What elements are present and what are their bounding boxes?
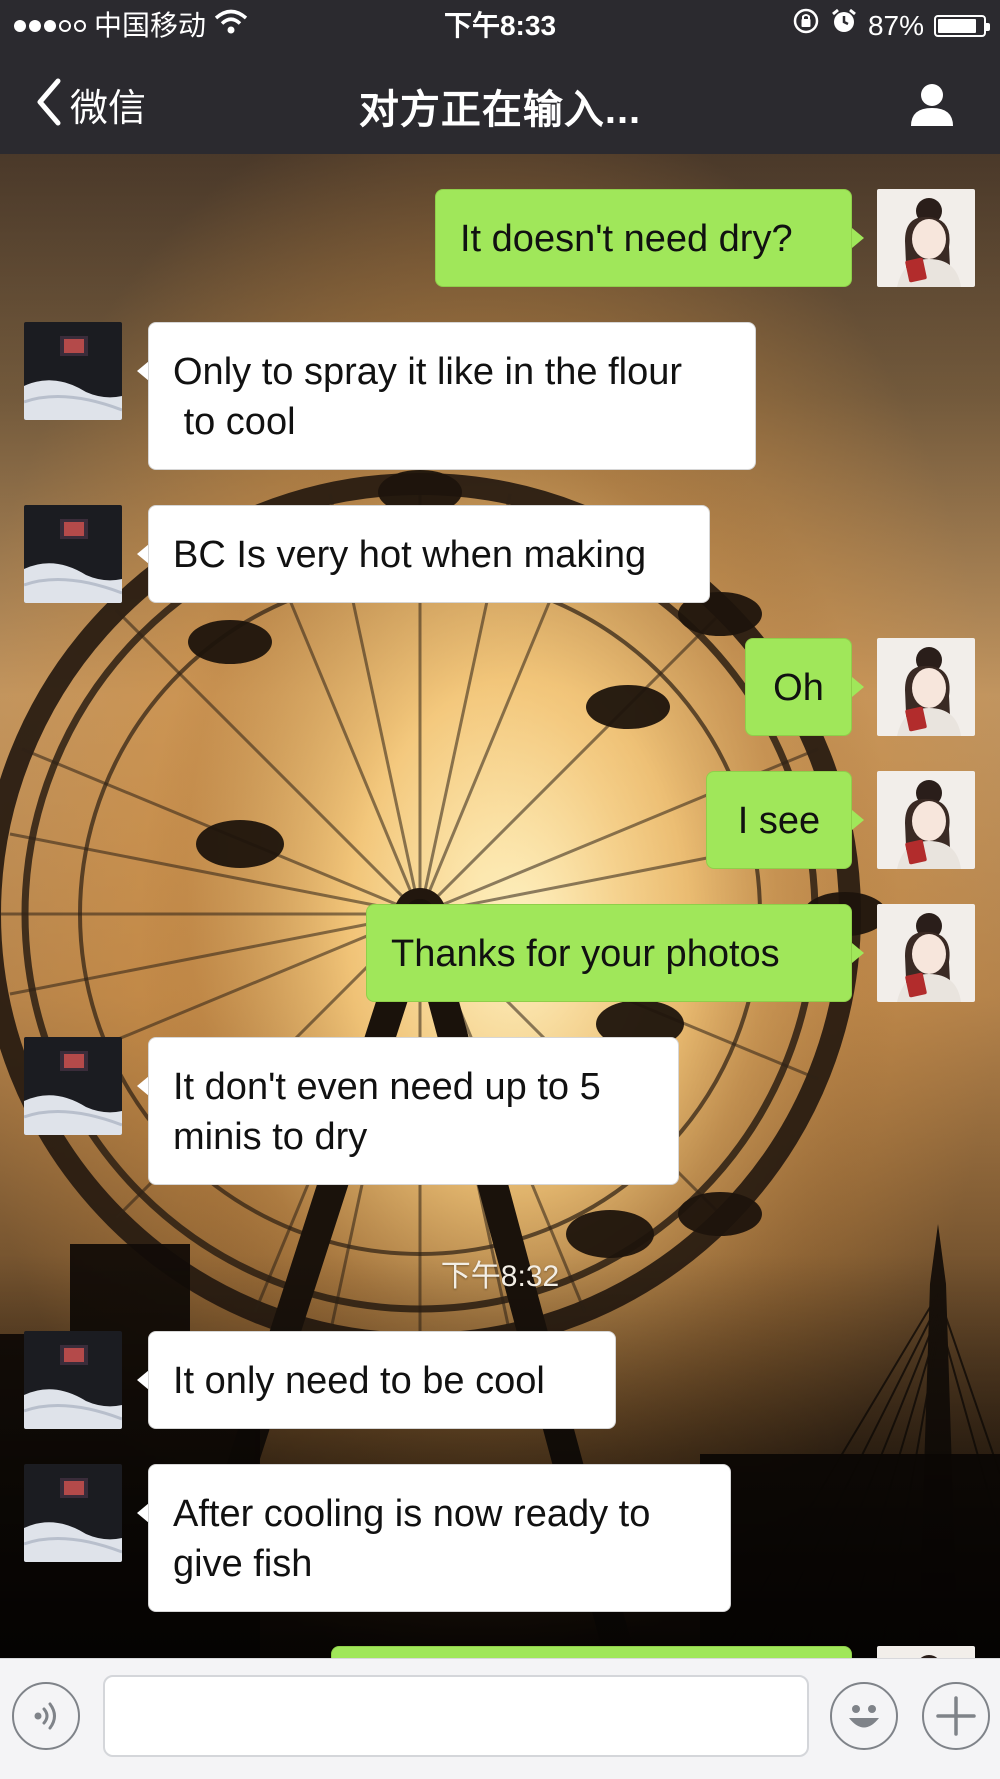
timestamp-divider: 下午8:32 (440, 1260, 560, 1293)
message-bubble[interactable]: After cooling is now ready to give fish (148, 1464, 731, 1612)
message-bubble[interactable]: I see (706, 771, 852, 869)
status-bar: 中国移动 下午8:33 87% (0, 0, 1000, 52)
message-bubble[interactable]: Only to spray it like in the flour to co… (148, 322, 756, 470)
contact-avatar[interactable] (24, 322, 122, 420)
message-input[interactable] (103, 1675, 809, 1757)
emoji-button[interactable] (830, 1682, 898, 1750)
message-bubble[interactable]: It only need to be cool (148, 1331, 616, 1429)
contact-avatar[interactable] (24, 1037, 122, 1135)
voice-button[interactable] (12, 1682, 80, 1750)
message-bubble[interactable]: It don't even need up to 5 minis to dry (148, 1037, 679, 1185)
bubble-tail (852, 228, 864, 248)
my-avatar[interactable] (877, 771, 975, 869)
battery-percent: 87% (867, 10, 924, 41)
battery-fill (938, 19, 976, 33)
input-bar (0, 1658, 1000, 1779)
nav-bar: 微信 对方正在输入... (0, 52, 1000, 154)
contact-avatar[interactable] (24, 1464, 122, 1562)
bubble-tail (852, 677, 864, 697)
message-bubble[interactable]: It doesn't need dry? (435, 189, 852, 287)
chat-title: 对方正在输入... (358, 88, 642, 132)
voice-icon (34, 1702, 56, 1730)
my-avatar[interactable] (877, 638, 975, 736)
user-icon (911, 84, 953, 126)
my-avatar[interactable] (877, 189, 975, 287)
orientation-lock-icon (792, 0, 820, 52)
emoji-icon (849, 1705, 879, 1728)
profile-button[interactable] (908, 80, 956, 128)
my-avatar[interactable] (877, 904, 975, 1002)
plus-button[interactable] (922, 1682, 990, 1750)
contact-avatar[interactable] (24, 505, 122, 603)
plus-icon (936, 1696, 976, 1736)
battery-icon (934, 15, 990, 37)
message-bubble[interactable]: Thanks for your photos (366, 904, 852, 1002)
bubble-tail (852, 810, 864, 830)
alarm-icon (830, 0, 858, 52)
bubble-tail (852, 943, 864, 963)
message-bubble[interactable]: BC Is very hot when making (148, 505, 710, 603)
message-bubble[interactable]: Oh (745, 638, 852, 736)
contact-avatar[interactable] (24, 1331, 122, 1429)
status-right: 87% (792, 0, 990, 52)
